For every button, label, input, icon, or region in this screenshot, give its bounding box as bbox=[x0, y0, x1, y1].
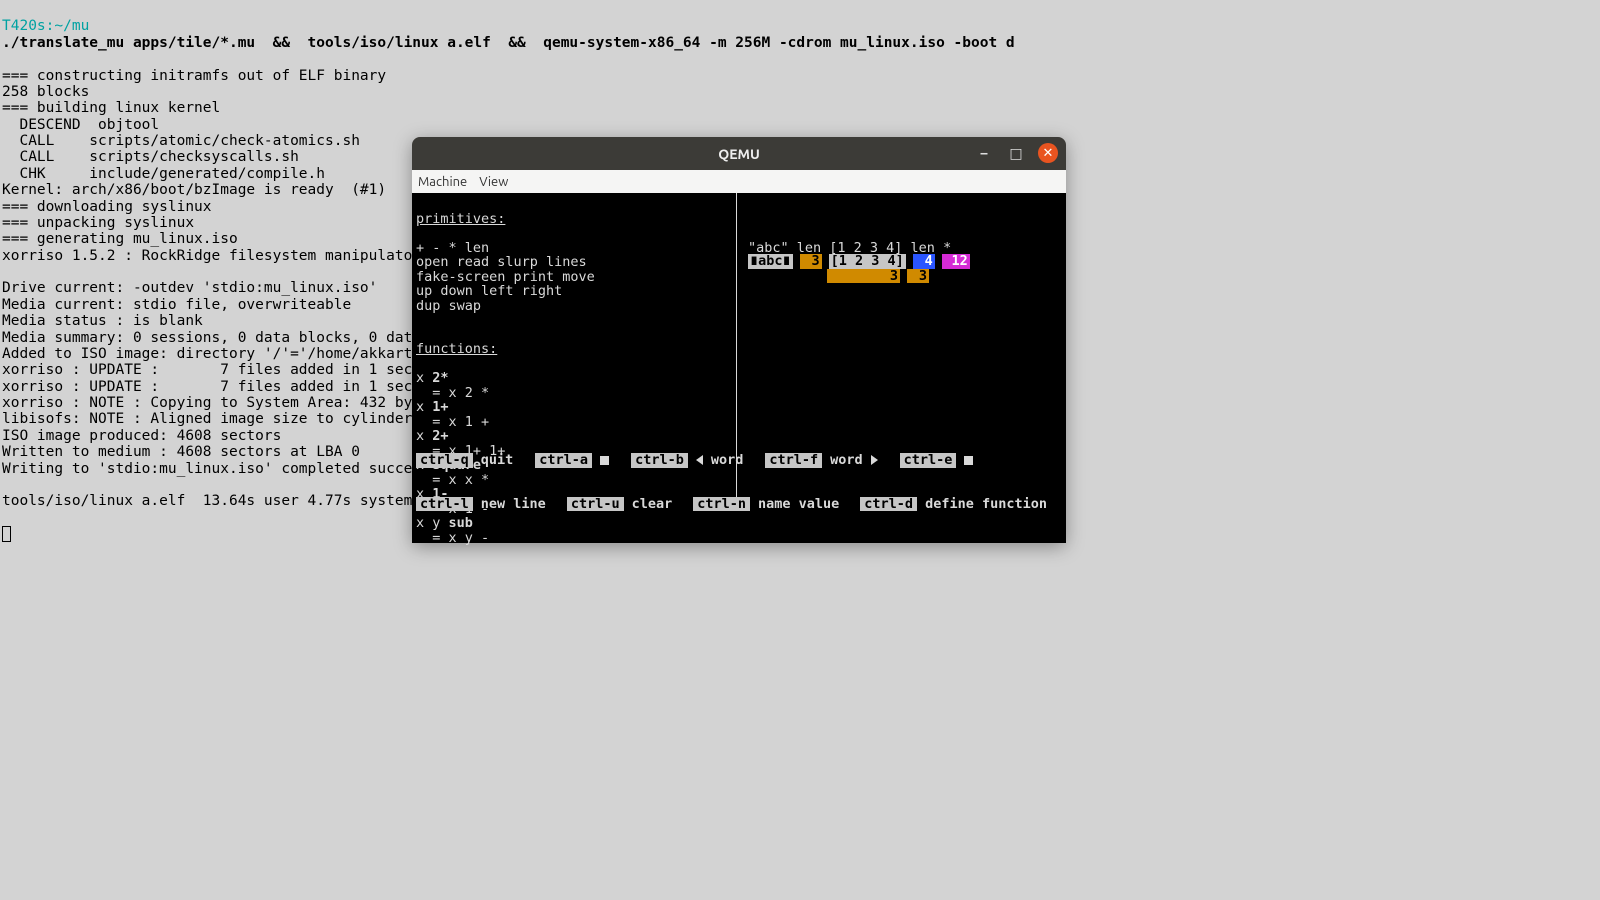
footer-row: ctrl-qquitctrl-actrl-bwordctrl-fwordctrl… bbox=[416, 453, 1062, 468]
key-label: ctrl-b bbox=[631, 453, 688, 468]
stack-cell: 4 bbox=[913, 254, 935, 269]
key-label: ctrl-u bbox=[567, 497, 624, 512]
window-controls: – □ ✕ bbox=[974, 143, 1058, 163]
stack-cell: [1 2 3 4] bbox=[829, 254, 906, 269]
key-label: ctrl-q bbox=[416, 453, 473, 468]
functions-header: functions: bbox=[416, 341, 497, 357]
minimize-button[interactable]: – bbox=[974, 143, 994, 163]
qemu-window: QEMU – □ ✕ Machine View primitives: + - … bbox=[412, 137, 1066, 543]
stack-cell bbox=[798, 269, 820, 284]
key-label: ctrl-d bbox=[860, 497, 917, 512]
stack-cell: 3 bbox=[907, 269, 929, 284]
stack-cell bbox=[936, 269, 964, 284]
primitives-header: primitives: bbox=[416, 211, 505, 227]
keybinding: ctrl-b word bbox=[631, 453, 743, 468]
keybinding: ctrl-f word bbox=[765, 453, 877, 468]
keybinding-label: quit bbox=[481, 453, 514, 468]
key-label: ctrl-n bbox=[693, 497, 750, 512]
key-label: ctrl-a bbox=[535, 453, 592, 468]
key-label: ctrl-e bbox=[900, 453, 957, 468]
keybinding-label: clear bbox=[632, 497, 673, 512]
arrow-right-icon bbox=[871, 455, 878, 465]
keybinding-label: new line bbox=[481, 497, 546, 512]
keybinding-label: word bbox=[711, 453, 744, 468]
menubar: Machine View bbox=[412, 170, 1066, 193]
window-title: QEMU bbox=[718, 146, 760, 162]
keybinding: ctrl-q quit bbox=[416, 453, 513, 468]
shell-command: ./translate_mu apps/tile/*.mu && tools/i… bbox=[2, 35, 1015, 51]
expression-line: "abc" len [1 2 3 4] len * bbox=[748, 241, 1062, 256]
terminal-output: === constructing initramfs out of ELF bi… bbox=[2, 68, 439, 510]
terminal-cursor bbox=[2, 526, 11, 542]
stack-cell: 12 bbox=[942, 254, 970, 269]
keybinding: ctrl-u clear bbox=[567, 497, 672, 512]
stack-cell: 3 bbox=[827, 269, 900, 284]
keybinding: ctrl-d define function bbox=[860, 497, 1047, 512]
stack-row: ∎abc∎ 3 [1 2 3 4] 4 12 bbox=[748, 254, 970, 269]
primitives-list: + - * len open read slurp lines fake-scr… bbox=[416, 240, 595, 314]
keybinding: ctrl-e bbox=[900, 453, 974, 468]
emulator-screen[interactable]: primitives: + - * len open read slurp li… bbox=[412, 193, 1066, 543]
stack-display: ∎abc∎3[1 2 3 4]412 33 bbox=[748, 254, 970, 283]
stack-cell: 3 bbox=[800, 254, 822, 269]
keybinding: ctrl-n name value bbox=[693, 497, 839, 512]
keybinding-label: define function bbox=[925, 497, 1047, 512]
keybinding: ctrl-a bbox=[535, 453, 609, 468]
menu-machine[interactable]: Machine bbox=[418, 175, 467, 189]
maximize-button[interactable]: □ bbox=[1006, 143, 1026, 163]
shell-prompt: T420s:~/mu bbox=[2, 18, 89, 34]
stack-cell: ∎abc∎ bbox=[748, 254, 793, 269]
keybinding-label: word bbox=[830, 453, 863, 468]
close-button[interactable]: ✕ bbox=[1038, 143, 1058, 163]
key-label: ctrl-l bbox=[416, 497, 473, 512]
footer-row: ctrl-l new line ctrl-u clear ctrl-n name valu… bbox=[416, 497, 1062, 512]
menu-view[interactable]: View bbox=[479, 175, 508, 189]
keybinding-footer: ctrl-qquitctrl-actrl-bwordctrl-fwordctrl… bbox=[416, 424, 1062, 540]
keybinding: ctrl-l new line bbox=[416, 497, 546, 512]
key-label: ctrl-f bbox=[765, 453, 822, 468]
stack-row: 33 bbox=[748, 269, 970, 284]
window-titlebar[interactable]: QEMU – □ ✕ bbox=[412, 137, 1066, 170]
keybinding-label: name value bbox=[758, 497, 839, 512]
arrow-left-icon bbox=[696, 455, 703, 465]
stack-cell bbox=[748, 269, 791, 284]
